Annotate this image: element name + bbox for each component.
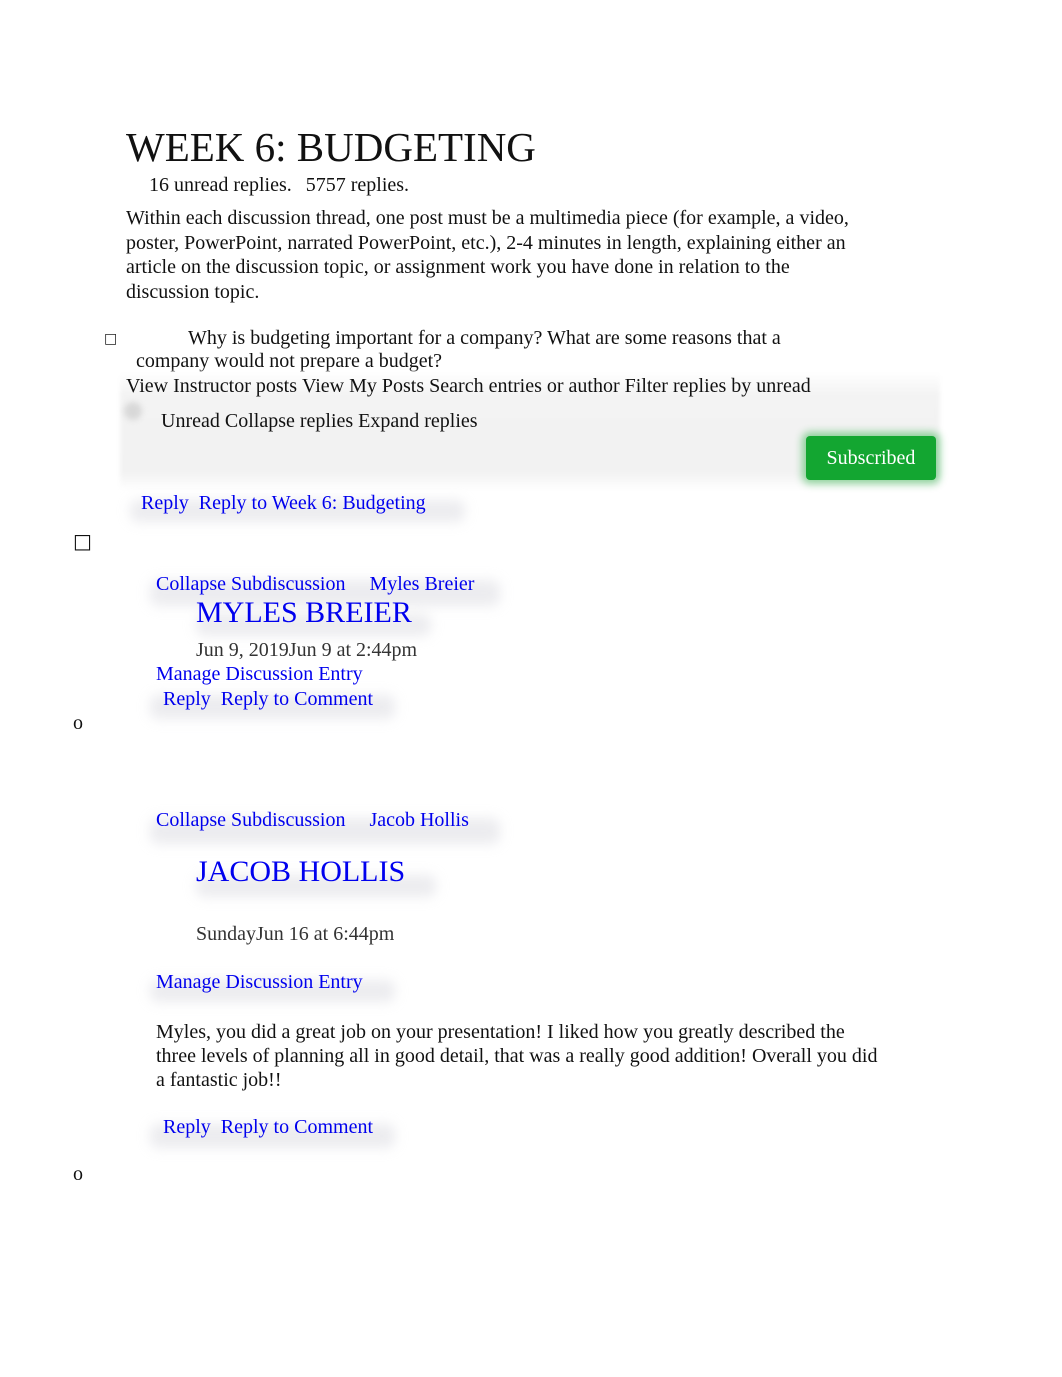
entry-body: Myles, you did a great job on your prese… bbox=[156, 1021, 878, 1091]
toolbar-row-filters: View Instructor posts View My Posts Search… bbox=[126, 375, 816, 398]
collapse-replies-button[interactable]: Collapse replies bbox=[225, 410, 353, 432]
page-title: WEEK 6: BUDGETING bbox=[126, 124, 536, 170]
reply-count-number: 57 bbox=[305, 174, 326, 196]
reply-to-comment-link[interactable]: Reply to Comment bbox=[221, 1116, 373, 1138]
author-link[interactable]: Jacob Hollis bbox=[369, 809, 468, 831]
square-bullet-icon: □ bbox=[73, 529, 92, 553]
reply-button[interactable]: Reply bbox=[163, 688, 211, 710]
reply-count-label: 57 replies. bbox=[325, 174, 410, 196]
discussion-description: Within each discussion thread, one post … bbox=[126, 207, 849, 303]
square-bullet-icon: □ bbox=[104, 331, 118, 347]
reply-to-comment-link[interactable]: Reply to Comment bbox=[221, 688, 373, 710]
collapse-subdiscussion-button[interactable]: Collapse Subdiscussion bbox=[156, 573, 345, 595]
entry-header: Collapse Subdiscussion Myles Breier bbox=[156, 573, 474, 596]
reply-to-topic-link[interactable]: Reply to Week 6: Budgeting bbox=[199, 492, 426, 514]
entry-reply-actions: Reply Reply to Comment bbox=[163, 1116, 383, 1139]
search-input[interactable]: Search entries or author bbox=[429, 375, 619, 397]
subscribed-button[interactable]: Subscribed bbox=[806, 436, 936, 480]
entry-date: Jun 9, 2019Jun 9 at 2:44pm bbox=[196, 639, 418, 661]
manage-discussion-entry-button[interactable]: Manage Discussion Entry bbox=[156, 663, 363, 686]
discussion-question: Why is budgeting important for a company… bbox=[136, 327, 781, 372]
author-heading[interactable]: MYLES BREIER bbox=[196, 596, 412, 630]
view-instructor-posts-button[interactable]: View Instructor posts bbox=[126, 375, 297, 397]
entry-header: Collapse Subdiscussion Jacob Hollis bbox=[156, 809, 469, 832]
topic-reply-actions: Reply Reply to Week 6: Budgeting bbox=[141, 492, 436, 515]
author-link[interactable]: Myles Breier bbox=[369, 573, 474, 595]
expand-replies-button[interactable]: Expand replies bbox=[358, 410, 477, 432]
unread-filter-button[interactable]: Unread bbox=[161, 410, 220, 432]
author-heading[interactable]: JACOB HOLLIS bbox=[196, 855, 405, 889]
unread-replies-count: 16 unread replies. bbox=[149, 174, 292, 196]
reply-button[interactable]: Reply bbox=[141, 492, 189, 514]
entry-reply-actions: Reply Reply to Comment bbox=[163, 688, 383, 711]
manage-discussion-entry-button[interactable]: Manage Discussion Entry bbox=[156, 971, 363, 994]
circle-bullet-icon: o bbox=[73, 1163, 83, 1185]
circle-bullet-icon: o bbox=[73, 712, 83, 734]
toolbar-row-actions: Unread Collapse replies Expand replies bbox=[161, 410, 483, 433]
search-icon bbox=[124, 402, 142, 420]
filter-unread-label[interactable]: Filter replies by unread bbox=[625, 375, 811, 397]
entry-date: SundayJun 16 at 6:44pm bbox=[196, 923, 395, 945]
reply-counts: 16 unread replies. 5757 replies. bbox=[149, 174, 423, 197]
reply-button[interactable]: Reply bbox=[163, 1116, 211, 1138]
collapse-subdiscussion-button[interactable]: Collapse Subdiscussion bbox=[156, 809, 345, 831]
view-my-posts-button[interactable]: View My Posts bbox=[302, 375, 424, 397]
